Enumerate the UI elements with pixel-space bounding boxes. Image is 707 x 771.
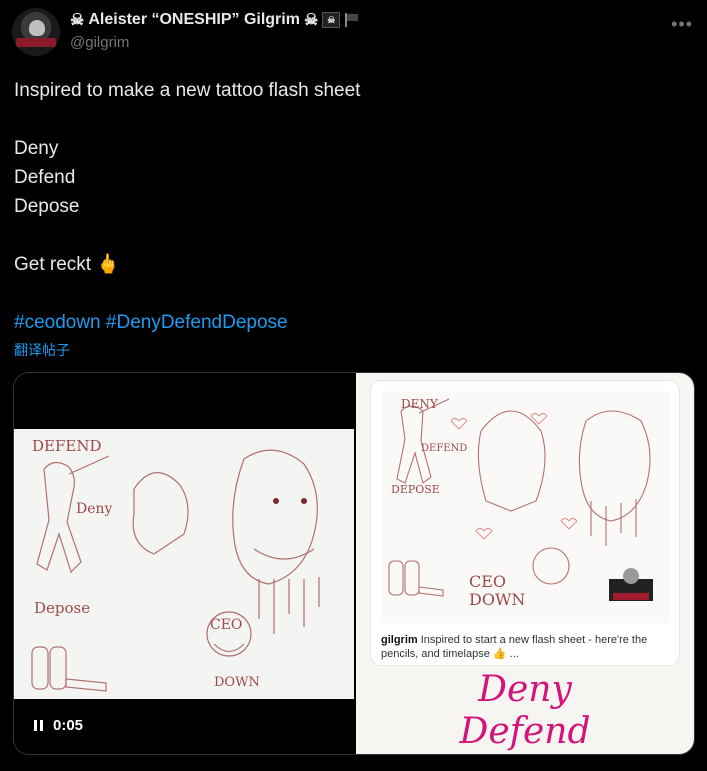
black-flag-icon — [345, 13, 359, 27]
card-caption-user[interactable]: gilgrim — [381, 634, 418, 646]
pirate-flag-icon: ☠ — [322, 12, 341, 28]
author-handle[interactable]: @gilgrim — [70, 34, 660, 51]
skull-crossbones-icon: ☠ — [70, 12, 85, 29]
instagram-card: DENY DEFEND DEPOSE CEO DOWN gilgrim Insp… — [371, 381, 679, 665]
author-name-row[interactable]: ☠ Aleister “ONESHIP” Gilgrim ☠ ☠ — [70, 10, 660, 30]
card-caption-text: Inspired to start a new flash sheet - he… — [381, 634, 648, 660]
big-text-defend: Defend — [459, 711, 591, 752]
tweet-line: Inspired to make a new tattoo flash shee… — [14, 80, 361, 101]
sketch-illustration — [31, 449, 320, 692]
flash-sheet-image: DENY DEFEND DEPOSE CEO DOWN — [381, 391, 669, 623]
big-text-deny: Deny — [478, 669, 572, 710]
video-player[interactable]: DEFEND Deny Depose CEO DOWN 0:05 — [14, 373, 354, 754]
image-preview[interactable]: DENY DEFEND DEPOSE CEO DOWN gilgrim Insp… — [356, 373, 694, 754]
media-grid: DEFEND Deny Depose CEO DOWN 0:05 DENY DE… — [13, 372, 695, 755]
sketch-label-depose: Depose — [34, 599, 91, 617]
card-caption: gilgrim Inspired to start a new flash sh… — [381, 633, 669, 661]
tweet-header: ☠ Aleister “ONESHIP” Gilgrim ☠ ☠ @gilgri… — [70, 10, 660, 51]
card-sketch-label-deny: DENY — [401, 397, 438, 411]
pigeon-icon — [29, 20, 45, 36]
video-controls: 0:05 — [34, 717, 83, 734]
skull-crossbones-icon: ☠ — [303, 12, 319, 29]
hashtag-ceodown[interactable]: #ceodown — [14, 312, 101, 333]
card-sketch-label-defend: DEFEND — [421, 443, 468, 454]
sketch-label-ceo: CEO — [210, 617, 243, 633]
middle-finger-emoji: 🖕 — [96, 254, 121, 275]
hashtags: #ceodown #DenyDefendDepose — [14, 308, 694, 337]
video-frame: DEFEND Deny Depose CEO DOWN — [14, 429, 354, 699]
hashtag-denydefenddepose[interactable]: #DenyDefendDepose — [106, 312, 288, 333]
avatar-banner — [16, 38, 56, 47]
video-timestamp: 0:05 — [53, 717, 84, 734]
sketch-label-defend: DEFEND — [32, 437, 102, 455]
author-display-name[interactable]: Aleister “ONESHIP” Gilgrim — [88, 11, 300, 29]
card-sketch-label-depose: DEPOSE — [391, 483, 440, 496]
tweet-line: Defend — [14, 167, 76, 188]
card-sketch-label-ceo-down: CEO DOWN — [469, 572, 526, 609]
sketch-label-down: DOWN — [214, 675, 260, 690]
tweet-line: Get reckt 🖕 — [14, 254, 121, 275]
tweet-line: Deny — [14, 138, 59, 159]
tweet-avatar[interactable] — [12, 8, 60, 56]
translate-post-link[interactable]: 翻译帖子 — [14, 340, 70, 360]
tweet-body: Inspired to make a new tattoo flash shee… — [14, 76, 694, 337]
more-options-button[interactable]: ••• — [671, 14, 693, 35]
sketch-label-deny: Deny — [76, 501, 113, 517]
pause-icon[interactable] — [34, 720, 43, 731]
tweet-line: Depose — [14, 196, 80, 217]
